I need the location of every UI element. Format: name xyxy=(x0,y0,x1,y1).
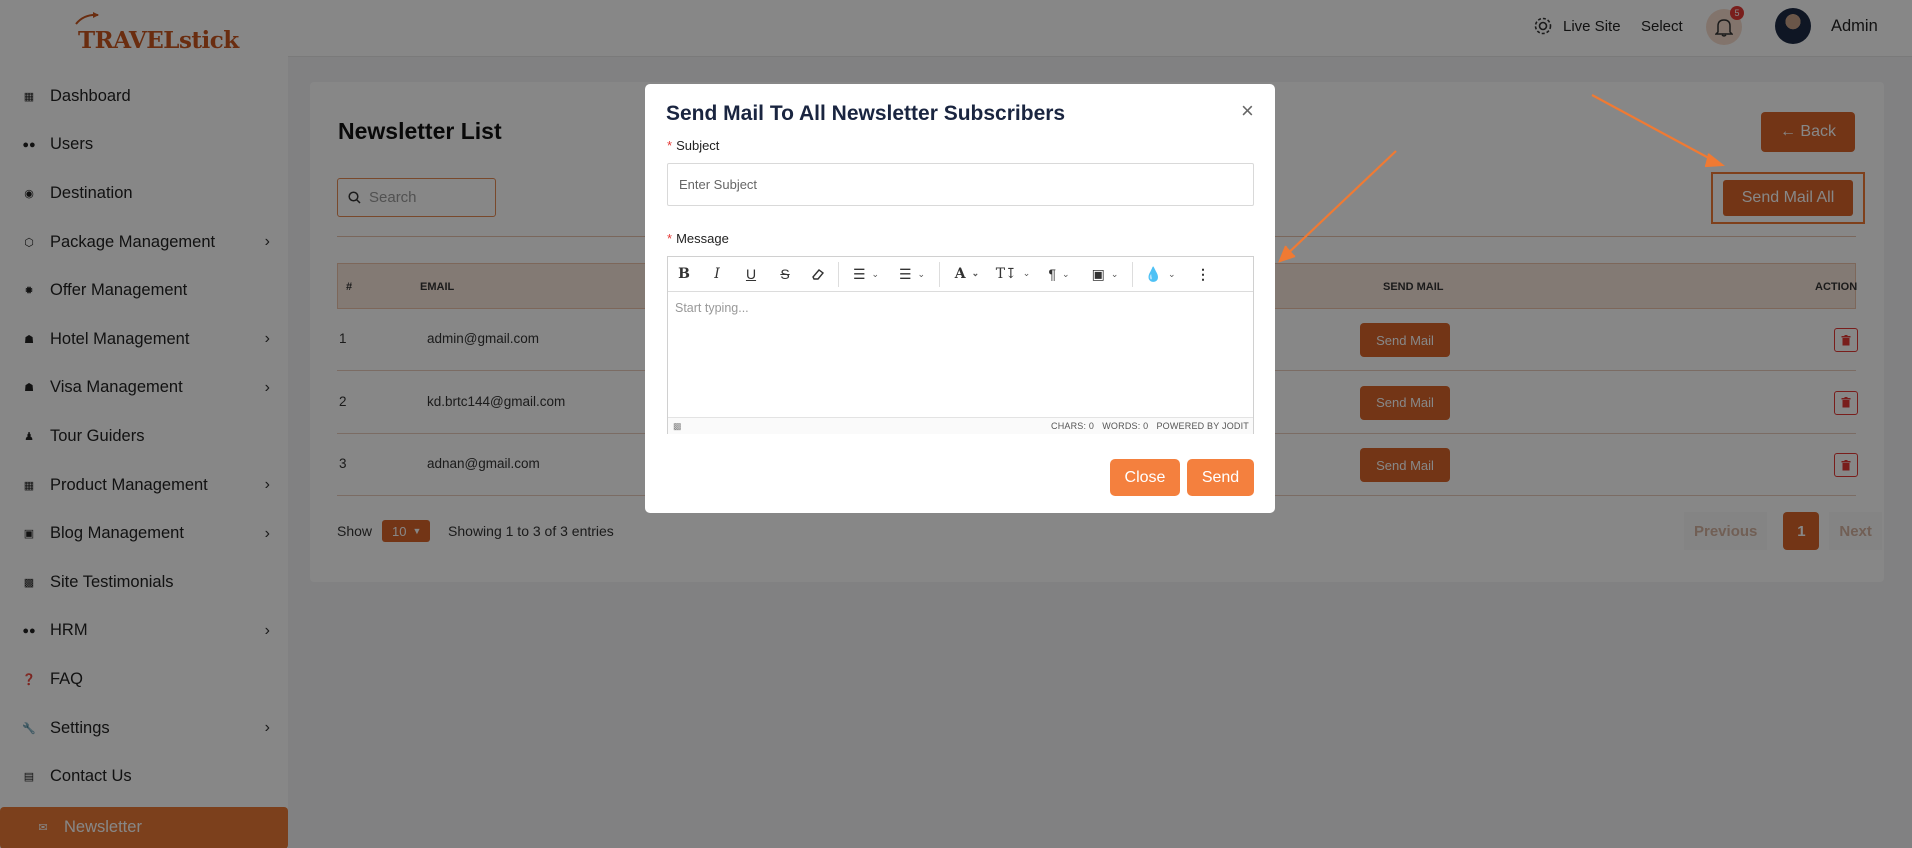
message-label-text: Message xyxy=(676,231,729,246)
image-icon[interactable]: ▣ ⌄ xyxy=(1082,257,1128,292)
bold-icon[interactable]: B xyxy=(668,257,700,292)
italic-icon[interactable]: I xyxy=(700,257,734,292)
source-icon[interactable]: ▩ xyxy=(673,421,682,432)
toolbar-separator xyxy=(838,261,839,287)
chars-count: CHARS: 0 xyxy=(1051,421,1095,431)
toolbar-separator xyxy=(1132,261,1133,287)
powered-by-link[interactable]: POWERED BY JODIT xyxy=(1156,421,1249,431)
close-button[interactable]: Close xyxy=(1110,459,1180,496)
close-icon[interactable]: × xyxy=(1241,98,1254,124)
font-size-icon[interactable]: T↧ ⌄ xyxy=(990,257,1036,292)
message-label: * Message xyxy=(667,231,729,246)
send-button[interactable]: Send xyxy=(1187,459,1254,496)
more-options-icon[interactable]: ⋮ xyxy=(1183,257,1223,292)
required-marker: * xyxy=(667,231,673,246)
editor-status-info: CHARS: 0 WORDS: 0 POWERED BY JODIT xyxy=(1051,421,1249,431)
strikethrough-icon[interactable]: S xyxy=(768,257,802,292)
paragraph-icon[interactable]: ¶ ⌄ xyxy=(1036,257,1082,292)
editor-toolbar: B I U S ☰ ⌄ ☰ ⌄ A ⌄ T↧ ⌄ ¶ ⌄ ▣ ⌄ 💧 ⌄ ⋮ xyxy=(668,257,1253,292)
rich-text-editor: B I U S ☰ ⌄ ☰ ⌄ A ⌄ T↧ ⌄ ¶ ⌄ ▣ ⌄ 💧 ⌄ ⋮ Start ty… xyxy=(667,256,1254,434)
eraser-icon[interactable] xyxy=(802,257,834,292)
bullet-list-icon[interactable]: ☰ ⌄ xyxy=(843,257,889,292)
send-mail-modal: Send Mail To All Newsletter Subscribers … xyxy=(645,84,1275,513)
subject-label-text: Subject xyxy=(676,138,720,153)
required-marker: * xyxy=(667,138,673,153)
subject-label: * Subject xyxy=(667,138,719,153)
color-drop-icon[interactable]: 💧 ⌄ xyxy=(1137,257,1183,292)
modal-title: Send Mail To All Newsletter Subscribers xyxy=(666,102,1066,125)
words-count: WORDS: 0 xyxy=(1102,421,1149,431)
font-family-icon[interactable]: A ⌄ xyxy=(944,257,990,292)
toolbar-separator xyxy=(939,261,940,287)
editor-content-area[interactable]: Start typing... xyxy=(675,301,749,315)
numbered-list-icon[interactable]: ☰ ⌄ xyxy=(889,257,935,292)
underline-icon[interactable]: U xyxy=(734,257,768,292)
subject-input[interactable] xyxy=(667,163,1254,206)
editor-statusbar: ▩ CHARS: 0 WORDS: 0 POWERED BY JODIT xyxy=(668,417,1253,434)
